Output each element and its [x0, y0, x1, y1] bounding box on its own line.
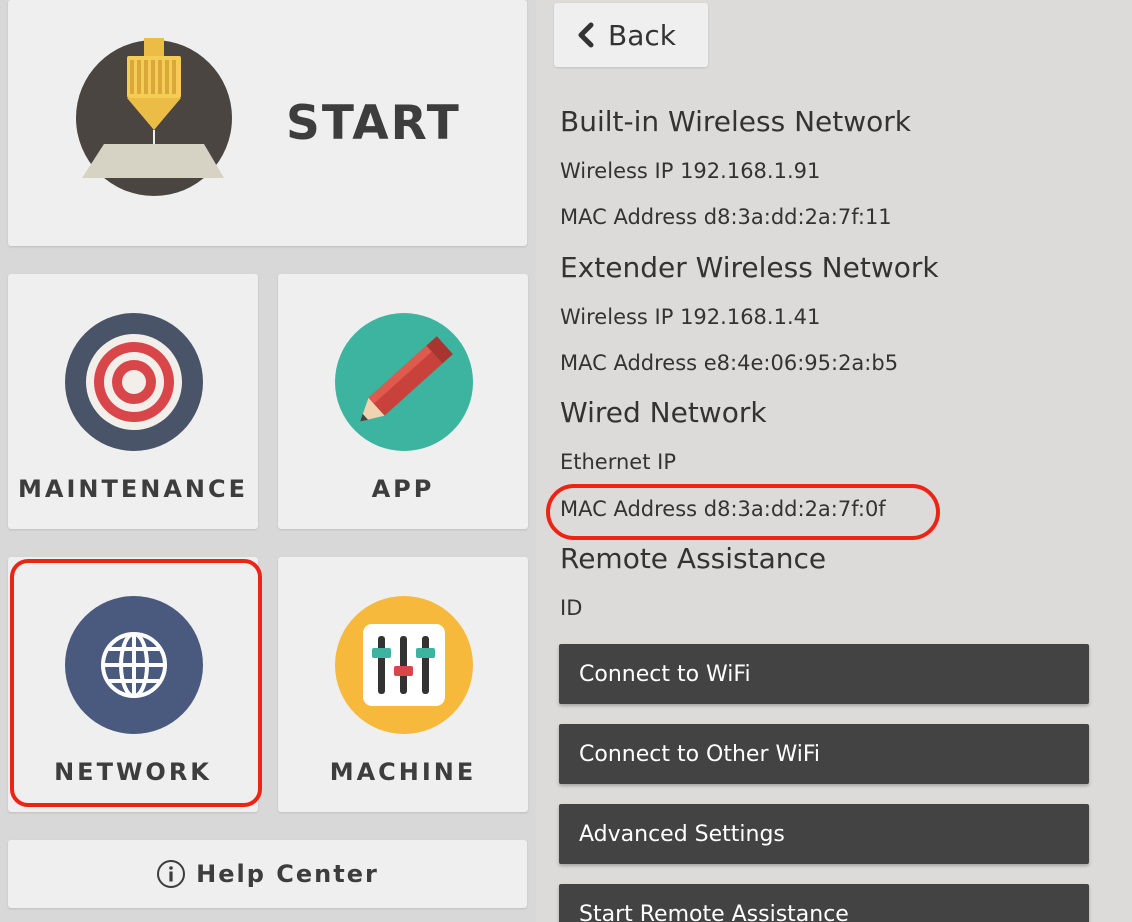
- builtin-wireless-ip: Wireless IP 192.168.1.91: [560, 159, 821, 183]
- maintenance-label: MAINTENANCE: [18, 475, 248, 503]
- ethernet-ip: Ethernet IP: [560, 450, 676, 474]
- wired-network-title: Wired Network: [560, 396, 767, 429]
- connect-other-wifi-button[interactable]: Connect to Other WiFi: [559, 724, 1089, 784]
- info-icon: [157, 860, 186, 888]
- network-highlight-outline: [10, 559, 262, 807]
- start-tile[interactable]: START: [8, 0, 527, 246]
- back-button[interactable]: Back: [554, 3, 708, 67]
- chevron-left-icon: [578, 22, 594, 48]
- pencil-icon: [335, 313, 473, 451]
- start-label: START: [286, 96, 461, 151]
- extender-wireless-title: Extender Wireless Network: [560, 251, 939, 284]
- machine-label: MACHINE: [329, 758, 477, 786]
- machine-tile[interactable]: MACHINE: [278, 557, 528, 812]
- remote-assistance-id: ID: [560, 596, 583, 620]
- builtin-wireless-mac: MAC Address d8:3a:dd:2a:7f:11: [560, 205, 892, 229]
- start-remote-assistance-button[interactable]: Start Remote Assistance: [559, 884, 1089, 922]
- sliders-icon: [335, 596, 473, 734]
- remote-assistance-title: Remote Assistance: [560, 542, 827, 575]
- app-tile[interactable]: APP: [278, 274, 528, 529]
- 3d-printer-icon: [76, 38, 232, 196]
- wired-mac-highlight-outline: [546, 484, 940, 540]
- extender-wireless-ip: Wireless IP 192.168.1.41: [560, 305, 821, 329]
- extender-wireless-mac: MAC Address e8:4e:06:95:2a:b5: [560, 351, 899, 375]
- advanced-settings-button[interactable]: Advanced Settings: [559, 804, 1089, 864]
- target-icon: [65, 313, 203, 451]
- maintenance-tile[interactable]: MAINTENANCE: [8, 274, 258, 529]
- help-center-button[interactable]: Help Center: [8, 840, 527, 908]
- connect-wifi-button[interactable]: Connect to WiFi: [559, 644, 1089, 704]
- app-label: APP: [371, 475, 435, 503]
- help-center-label: Help Center: [196, 860, 379, 888]
- builtin-wireless-title: Built-in Wireless Network: [560, 105, 911, 138]
- back-label: Back: [608, 18, 676, 52]
